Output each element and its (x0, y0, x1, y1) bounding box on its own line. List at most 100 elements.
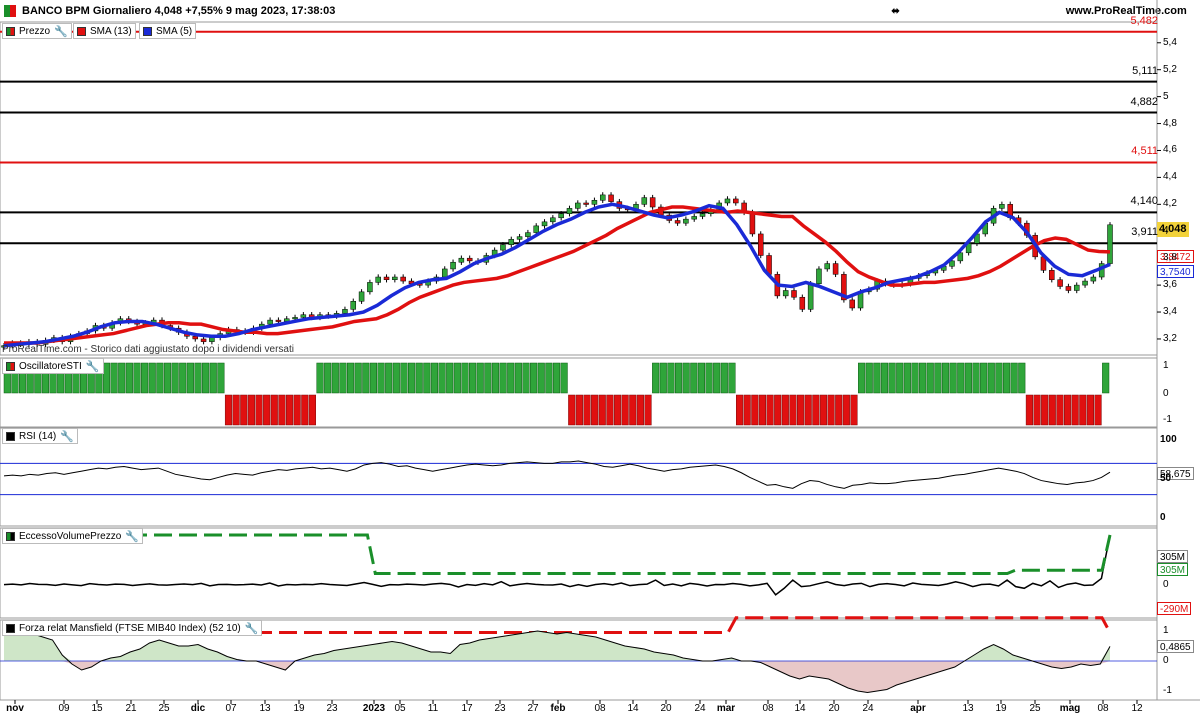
sti-bar (484, 362, 492, 394)
price-tick-label: 4 (1163, 225, 1169, 237)
sti-bar (408, 362, 416, 394)
sti-bar (186, 362, 194, 394)
rsi-swatch (6, 431, 15, 441)
sti-bar (735, 394, 744, 426)
candle (591, 200, 598, 205)
candle (533, 225, 539, 233)
sti-panel-label[interactable]: OscillatoreSTI 🔧 (2, 358, 104, 374)
sti-bar (613, 394, 622, 426)
sti-bar (743, 394, 751, 426)
price-level-label: 4,882 (1130, 95, 1158, 108)
panel-frame (0, 21, 1158, 356)
x-tick-label: 07 (225, 703, 237, 714)
sti-bar (560, 362, 568, 394)
candle (816, 268, 822, 285)
x-tick-label: 21 (125, 703, 137, 714)
candle (649, 197, 656, 208)
mansfield-value-box: 0,4865 (1157, 640, 1194, 653)
candle (641, 197, 648, 205)
sti-bar (362, 362, 370, 394)
sti-bar (629, 394, 637, 426)
sti-tick-label: 1 (1163, 360, 1169, 371)
x-tick-label: 12 (1131, 703, 1143, 714)
sti-bar (316, 362, 324, 394)
candle (550, 217, 556, 223)
rsi-panel-label[interactable]: RSI (14) 🔧 (2, 428, 78, 444)
x-tick-label: 24 (862, 703, 874, 714)
sti-bar (598, 394, 606, 426)
sti-bar (1063, 394, 1072, 426)
sti-bar (865, 362, 873, 394)
sti-bar (278, 394, 286, 426)
wrench-icon[interactable]: 🔧 (125, 530, 139, 543)
sti-bar (812, 394, 820, 426)
sti-bar (499, 362, 507, 394)
sti-bar (980, 362, 988, 394)
sti-bar (880, 362, 889, 394)
wrench-icon[interactable]: 🔧 (86, 360, 100, 373)
legend-prezzo[interactable]: Prezzo 🔧 (2, 23, 72, 39)
sti-bar (1079, 394, 1087, 426)
sma13-line (4, 205, 1111, 345)
candle (1073, 284, 1080, 291)
candle (782, 290, 789, 297)
x-tick-label: 08 (1097, 703, 1109, 714)
candle (367, 282, 373, 293)
sti-bar (415, 362, 423, 394)
sti-bar (1033, 394, 1041, 426)
chart-canvas (0, 0, 1200, 704)
vol-panel-label[interactable]: EccessoVolumePrezzo 🔧 (2, 528, 143, 544)
legend-sma13[interactable]: SMA (13) (73, 23, 136, 39)
sti-bar (941, 362, 950, 394)
x-tick-label: 13 (962, 703, 974, 714)
sti-bar (308, 394, 316, 426)
sti-bar (209, 362, 217, 394)
sti-bar (331, 362, 339, 394)
x-tick-label: 2023 (362, 703, 386, 714)
sti-bar (354, 362, 362, 394)
candle (824, 263, 831, 270)
sti-bar (263, 394, 271, 426)
sti-bar (1048, 394, 1056, 426)
sti-bar (621, 394, 629, 426)
mansfield-label: Forza relat Mansfield (FTSE MIB40 Index)… (19, 622, 241, 634)
sti-bar (476, 362, 484, 394)
x-tick-label: 20 (660, 703, 672, 714)
mansfield-panel-label[interactable]: Forza relat Mansfield (FTSE MIB40 Index)… (2, 620, 263, 636)
candle (358, 291, 365, 302)
rsi-tick-label: 0 (1160, 512, 1166, 523)
sti-bar (240, 394, 248, 426)
sti-bar (964, 362, 972, 394)
prezzo-swatch (6, 26, 15, 36)
sti-bar (545, 362, 553, 394)
vol-swatch (6, 531, 15, 541)
panel-frame (0, 427, 1158, 527)
x-tick-label: 11 (427, 703, 439, 714)
rsi-line (3, 460, 1111, 489)
sti-bar (1002, 362, 1011, 394)
x-tick-label: 08 (594, 703, 606, 714)
sti-bar (469, 362, 477, 394)
candle (192, 336, 199, 340)
candle (608, 194, 614, 202)
candle (583, 202, 589, 205)
sti-bar (888, 362, 896, 394)
sti-bar (972, 362, 980, 394)
sti-bar (133, 362, 141, 394)
x-tick-label: 24 (694, 703, 706, 714)
candle (807, 283, 814, 310)
price-tick-label: 5,4 (1163, 36, 1177, 48)
legend-sma5[interactable]: SMA (5) (139, 23, 197, 39)
sti-bar (987, 362, 995, 394)
wrench-icon[interactable]: 🔧 (245, 622, 259, 635)
x-tick-label: mag (1059, 703, 1081, 714)
sti-bar (591, 394, 599, 426)
sti-bar (728, 362, 736, 394)
wrench-icon[interactable]: 🔧 (60, 430, 74, 443)
sti-bar (293, 394, 301, 426)
price-level-label: 5,482 (1130, 14, 1158, 27)
x-tick-label: 05 (394, 703, 406, 714)
price-level-label: 4,511 (1131, 145, 1158, 158)
wrench-icon[interactable]: 🔧 (54, 25, 68, 38)
sti-bar (377, 362, 385, 394)
